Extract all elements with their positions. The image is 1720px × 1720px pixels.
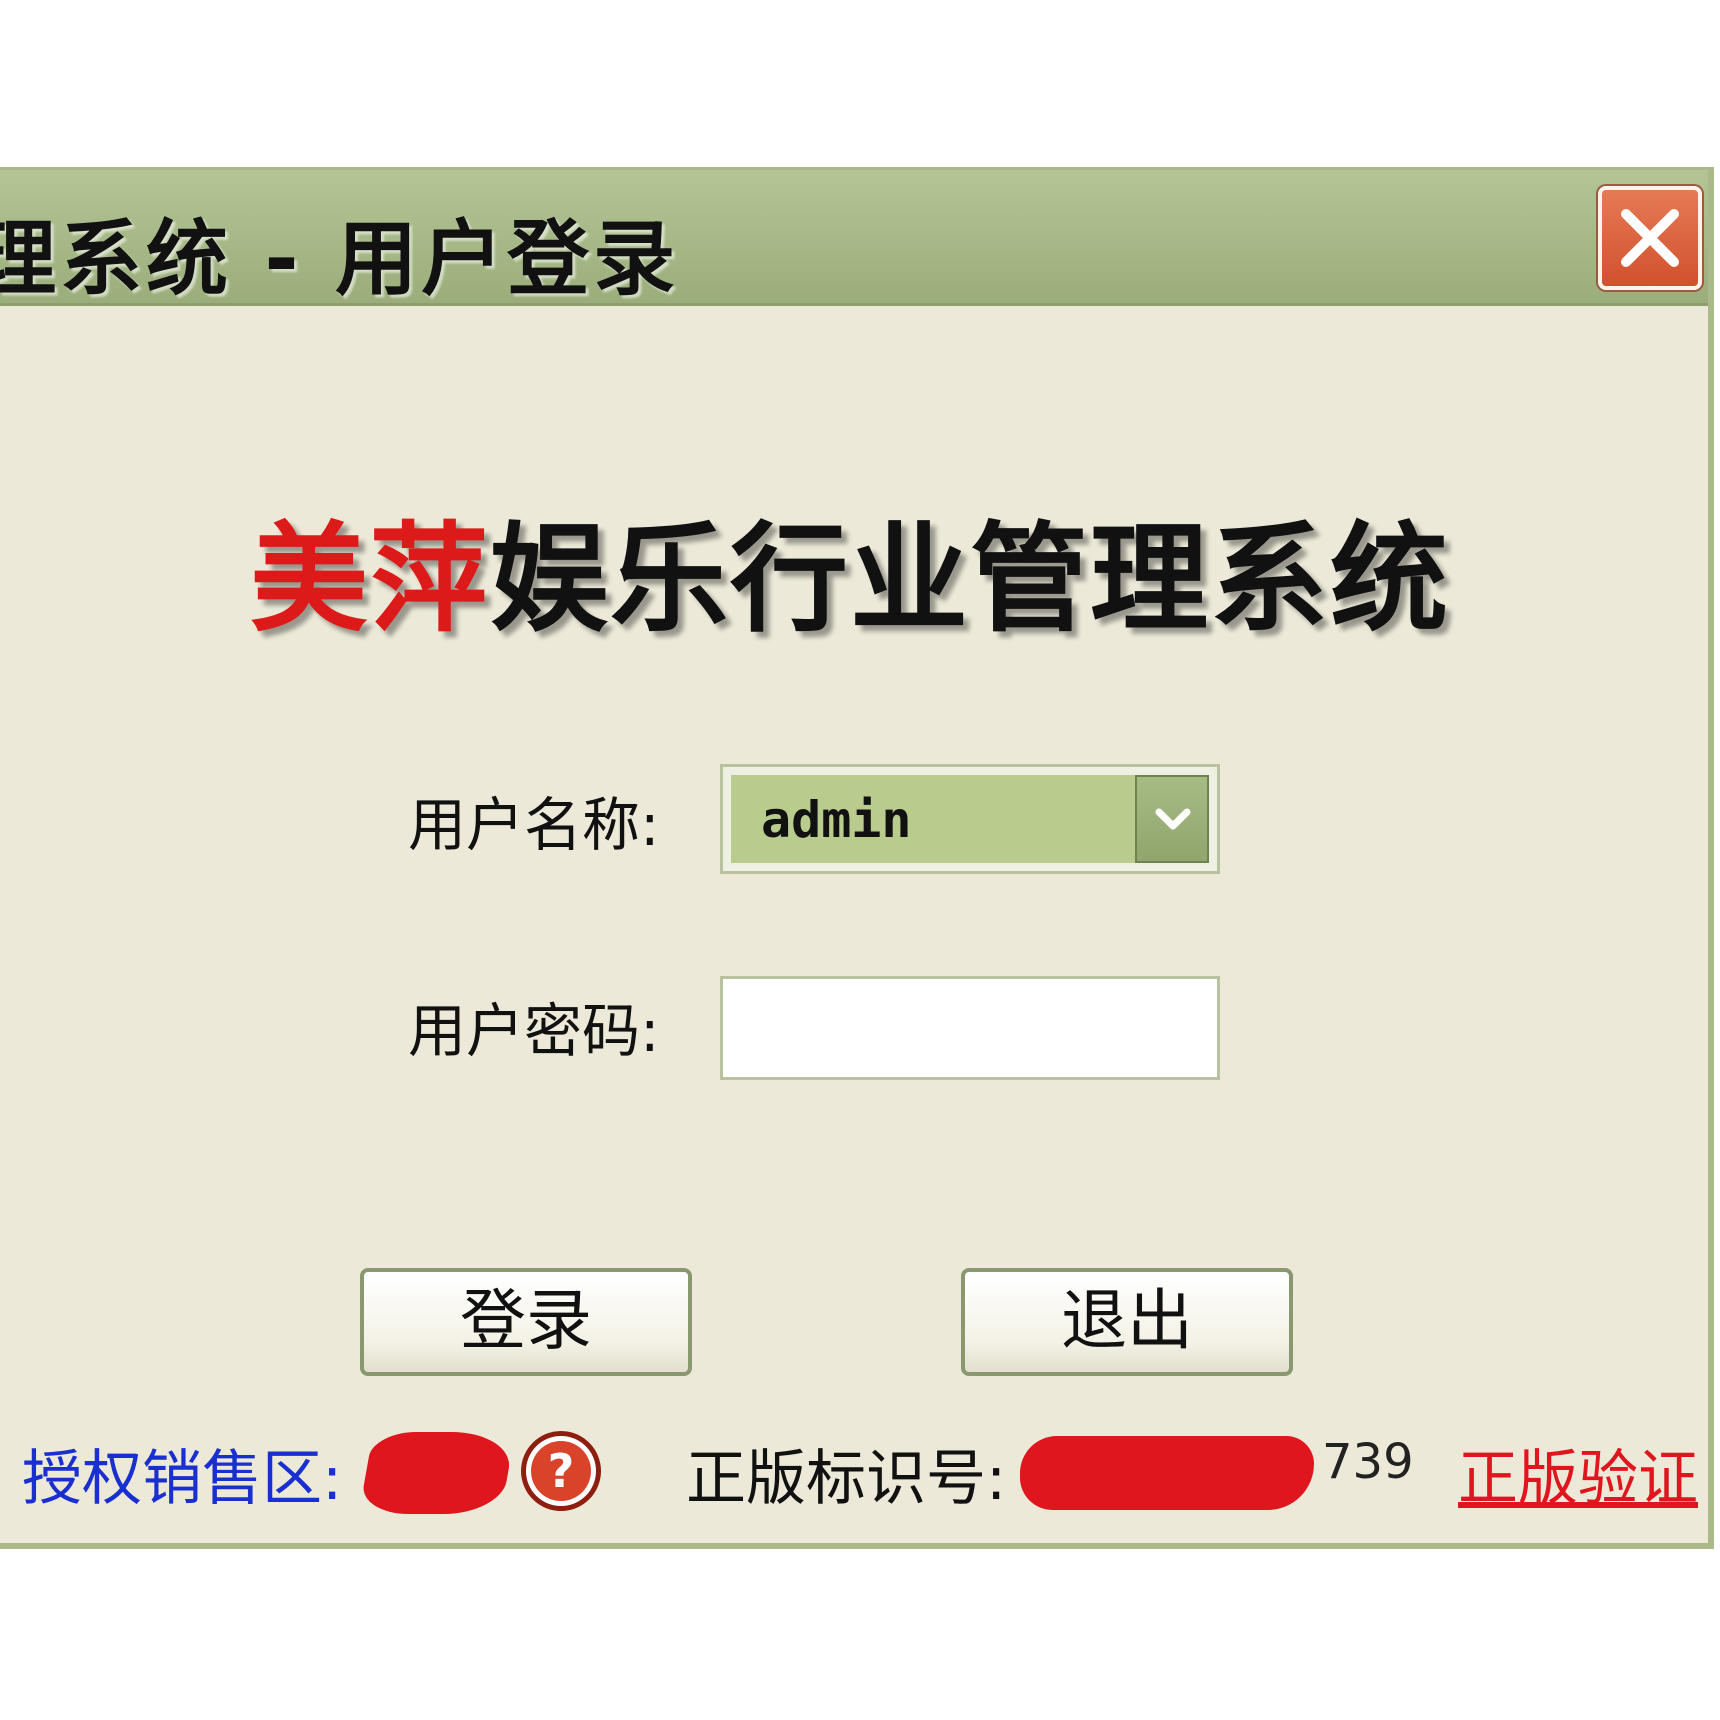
exit-button[interactable]: 退出 [961, 1268, 1293, 1376]
username-field[interactable]: admin [731, 775, 1135, 863]
banner-subtitle: 娱乐行业管理系统 [490, 510, 1451, 648]
close-button[interactable] [1598, 186, 1702, 290]
redaction-mark [1020, 1436, 1314, 1510]
username-dropdown-button[interactable] [1135, 775, 1209, 863]
redaction-mark [358, 1432, 516, 1514]
question-help-icon[interactable]: ? [518, 1428, 604, 1514]
window-title: 理系统 - 用户登录 [0, 212, 680, 306]
password-label: 用户密码: [408, 997, 660, 1065]
app-banner: 美萍娱乐行业管理系统 [250, 483, 1450, 654]
svg-text:?: ? [548, 1444, 575, 1498]
serial-suffix: 739 [1322, 1434, 1414, 1490]
serial-label: 正版标识号: [686, 1444, 1007, 1514]
username-combobox[interactable]: admin [720, 764, 1220, 874]
close-x-icon [1621, 209, 1679, 267]
username-value: admin [761, 791, 912, 849]
chevron-down-icon [1155, 808, 1191, 830]
username-label: 用户名称: [408, 791, 660, 859]
login-button[interactable]: 登录 [360, 1268, 692, 1376]
title-bar[interactable]: 理系统 - 用户登录 [0, 170, 1708, 306]
sales-area-label: 授权销售区: [22, 1444, 343, 1514]
login-window: 理系统 - 用户登录 美萍娱乐行业管理系统 用户名称: admin 用户密码: … [0, 167, 1714, 1549]
banner-brand: 美萍 [250, 510, 491, 648]
verify-link[interactable]: 正版验证 [1458, 1430, 1698, 1517]
password-input[interactable] [720, 976, 1220, 1080]
